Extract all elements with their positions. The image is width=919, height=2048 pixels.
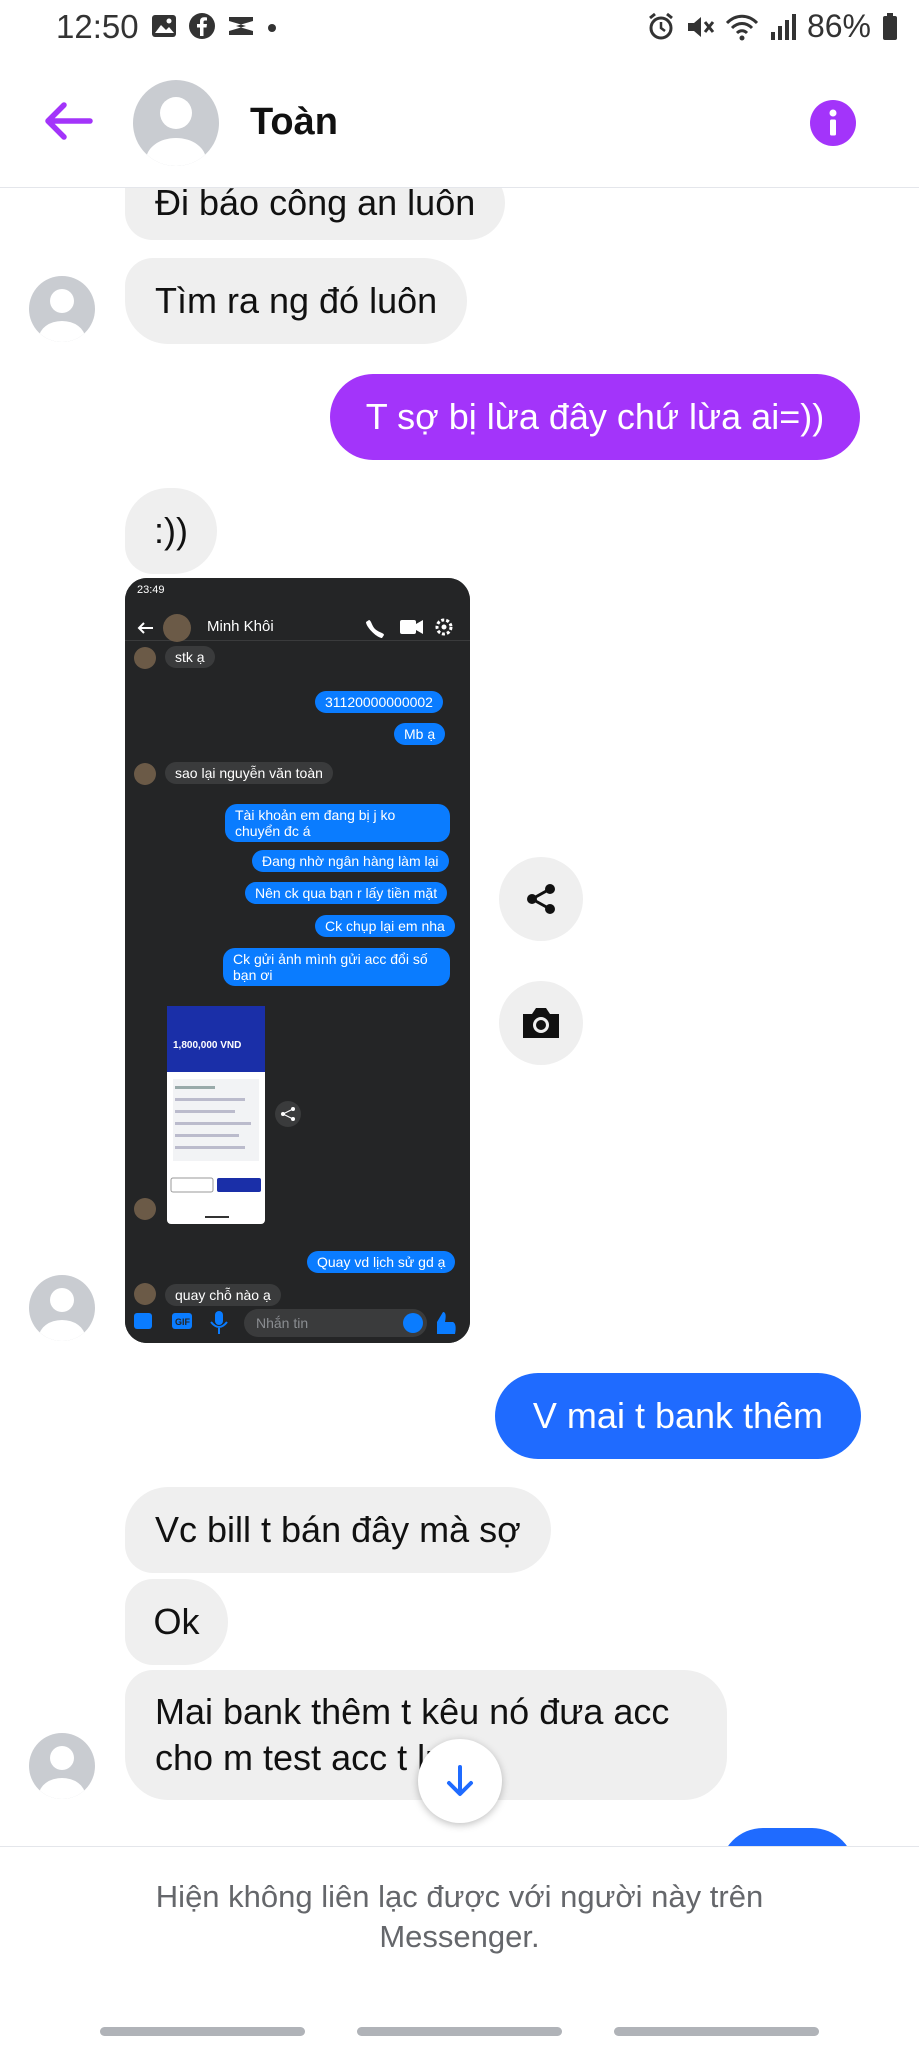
message-text: Vc bill t bán đây mà sợ [155, 1509, 521, 1550]
screenshot-message: Ck chụp lại em nha [315, 915, 455, 937]
unavailable-footer: Hiện không liên lạc được với người này t… [0, 1846, 919, 2048]
battery-icon [883, 12, 897, 40]
contact-name[interactable]: Toàn [250, 101, 338, 144]
facebook-icon [189, 13, 215, 39]
default-avatar-icon [146, 97, 206, 166]
message-bubble[interactable]: V mai t bank thêm [495, 1373, 861, 1459]
conversation-header: Toàn [0, 56, 919, 188]
screenshot-receipt-amount: 1,800,000 VND [173, 1040, 242, 1051]
screenshot-message-text: Mb ạ [404, 726, 436, 742]
screenshot-message-text: Ck chụp lại em nha [325, 918, 445, 934]
capcut-icon [229, 17, 253, 35]
screenshot-message: Tài khoản em đang bị j ko chuyển đc á [225, 804, 450, 842]
info-icon [829, 109, 837, 136]
svg-text:GIF: GIF [175, 1317, 191, 1327]
message-bubble[interactable]: T sợ bị lừa đây chứ lừa ai=)) [330, 374, 860, 460]
screenshot-message-text: Quay vd lịch sử gd ạ [317, 1254, 446, 1270]
alarm-icon [649, 12, 673, 39]
screenshot-sender-avatar [134, 647, 156, 669]
screenshot-message-text: stk ạ [175, 649, 205, 665]
nav-bar-back[interactable] [614, 2027, 819, 2036]
message-bubble[interactable]: Ok [125, 1579, 228, 1665]
screenshot-message: stk ạ [165, 646, 215, 668]
message-text: V mai t bank thêm [532, 1395, 824, 1436]
screenshot-input-placeholder: Nhắn tin [256, 1315, 309, 1331]
message-text: :)) [154, 510, 188, 551]
screenshot-message-text: sao lại nguyễn văn toàn [175, 765, 323, 781]
default-avatar-icon [39, 1746, 85, 1799]
screenshot-message-text: 31120000000002 [325, 694, 433, 710]
screenshot-status-time: 23:49 [137, 584, 165, 596]
screenshot-sender-avatar [134, 763, 156, 785]
status-bar: 12:50 86% [0, 0, 919, 56]
message-text: Ok [153, 1601, 200, 1642]
screenshot-message: Đang nhờ ngân hàng làm lại [252, 850, 449, 872]
screenshot-contact-avatar [163, 614, 191, 642]
screenshot-message: Quay vd lịch sử gd ạ [307, 1251, 456, 1273]
screenshot-message-text: Đang nhờ ngân hàng làm lại [262, 853, 439, 869]
mute-icon [687, 16, 715, 37]
info-button[interactable] [810, 100, 856, 146]
screenshot-message-text: Nên ck qua bạn r lấy tiền mặt [255, 885, 438, 901]
battery-percent: 86% [806, 8, 871, 44]
screenshot-message: quay chỗ nào ạ [165, 1284, 281, 1306]
message-bubble[interactable]: Vc bill t bán đây mà sợ [125, 1487, 551, 1573]
screenshot-message: Ck gửi ảnh mình gửi acc đổi số bạn ơi [223, 948, 450, 986]
contact-avatar-small[interactable] [29, 1275, 95, 1341]
wifi-icon [725, 14, 759, 40]
message-list[interactable]: Đi báo công an luôn Tìm ra ng đó luôn T … [0, 188, 919, 1848]
camera-button[interactable] [499, 981, 583, 1065]
partial-outgoing-bubble [720, 1828, 855, 1848]
default-avatar-icon [39, 289, 85, 342]
nav-bar-recents[interactable] [100, 2027, 305, 2036]
screenshot-message: sao lại nguyễn văn toàn [165, 762, 333, 784]
back-arrow-icon[interactable] [40, 96, 96, 146]
screenshot-message: 31120000000002 [315, 691, 443, 713]
contact-avatar-small[interactable] [29, 276, 95, 342]
screenshot-message: Mb ạ [394, 723, 446, 745]
screenshot-sender-avatar [134, 1198, 156, 1220]
signal-icon [770, 13, 796, 40]
message-bubble[interactable]: Tìm ra ng đó luôn [125, 258, 468, 344]
screenshot-sender-avatar [134, 1283, 156, 1305]
screenshot-message: Nên ck qua bạn r lấy tiền mặt [245, 882, 448, 904]
dot-icon [268, 24, 276, 32]
message-text: Mai bank thêm t kêu nó đưa acc cho m tes… [155, 1689, 669, 1781]
screenshot-message-text: Ck gửi ảnh mình gửi acc đổi số bạn ơi [233, 951, 428, 983]
contact-avatar-small[interactable] [29, 1733, 95, 1799]
gallery-icon [152, 15, 176, 37]
arrow-down-icon [447, 1765, 473, 1796]
message-bubble[interactable]: Đi báo công an luôn [125, 188, 506, 240]
message-text: T sợ bị lừa đây chứ lừa ai=)) [365, 396, 825, 437]
message-text: Đi báo công an luôn [155, 188, 476, 223]
screenshot-contact-name: Minh Khôi [207, 618, 274, 635]
nav-bar-home[interactable] [357, 2027, 562, 2036]
unavailable-notice: Hiện không liên lạc được với người này t… [155, 1879, 764, 1954]
status-time: 12:50 [56, 8, 139, 45]
share-image-button[interactable] [499, 857, 583, 941]
message-text: Tìm ra ng đó luôn [155, 280, 438, 321]
shared-screenshot-image[interactable]: GIF 23:49 Minh Khôi stk ạ 31120000000002… [125, 578, 470, 1343]
screenshot-message-text: quay chỗ nào ạ [175, 1287, 271, 1303]
camera-icon [523, 1008, 559, 1038]
default-avatar-icon [39, 1288, 85, 1341]
share-icon [527, 884, 555, 914]
scroll-to-bottom-button[interactable] [418, 1739, 502, 1823]
message-bubble[interactable]: :)) [125, 488, 217, 574]
screenshot-message-text: Tài khoản em đang bị j ko chuyển đc á [235, 807, 396, 839]
contact-avatar[interactable] [133, 80, 219, 166]
